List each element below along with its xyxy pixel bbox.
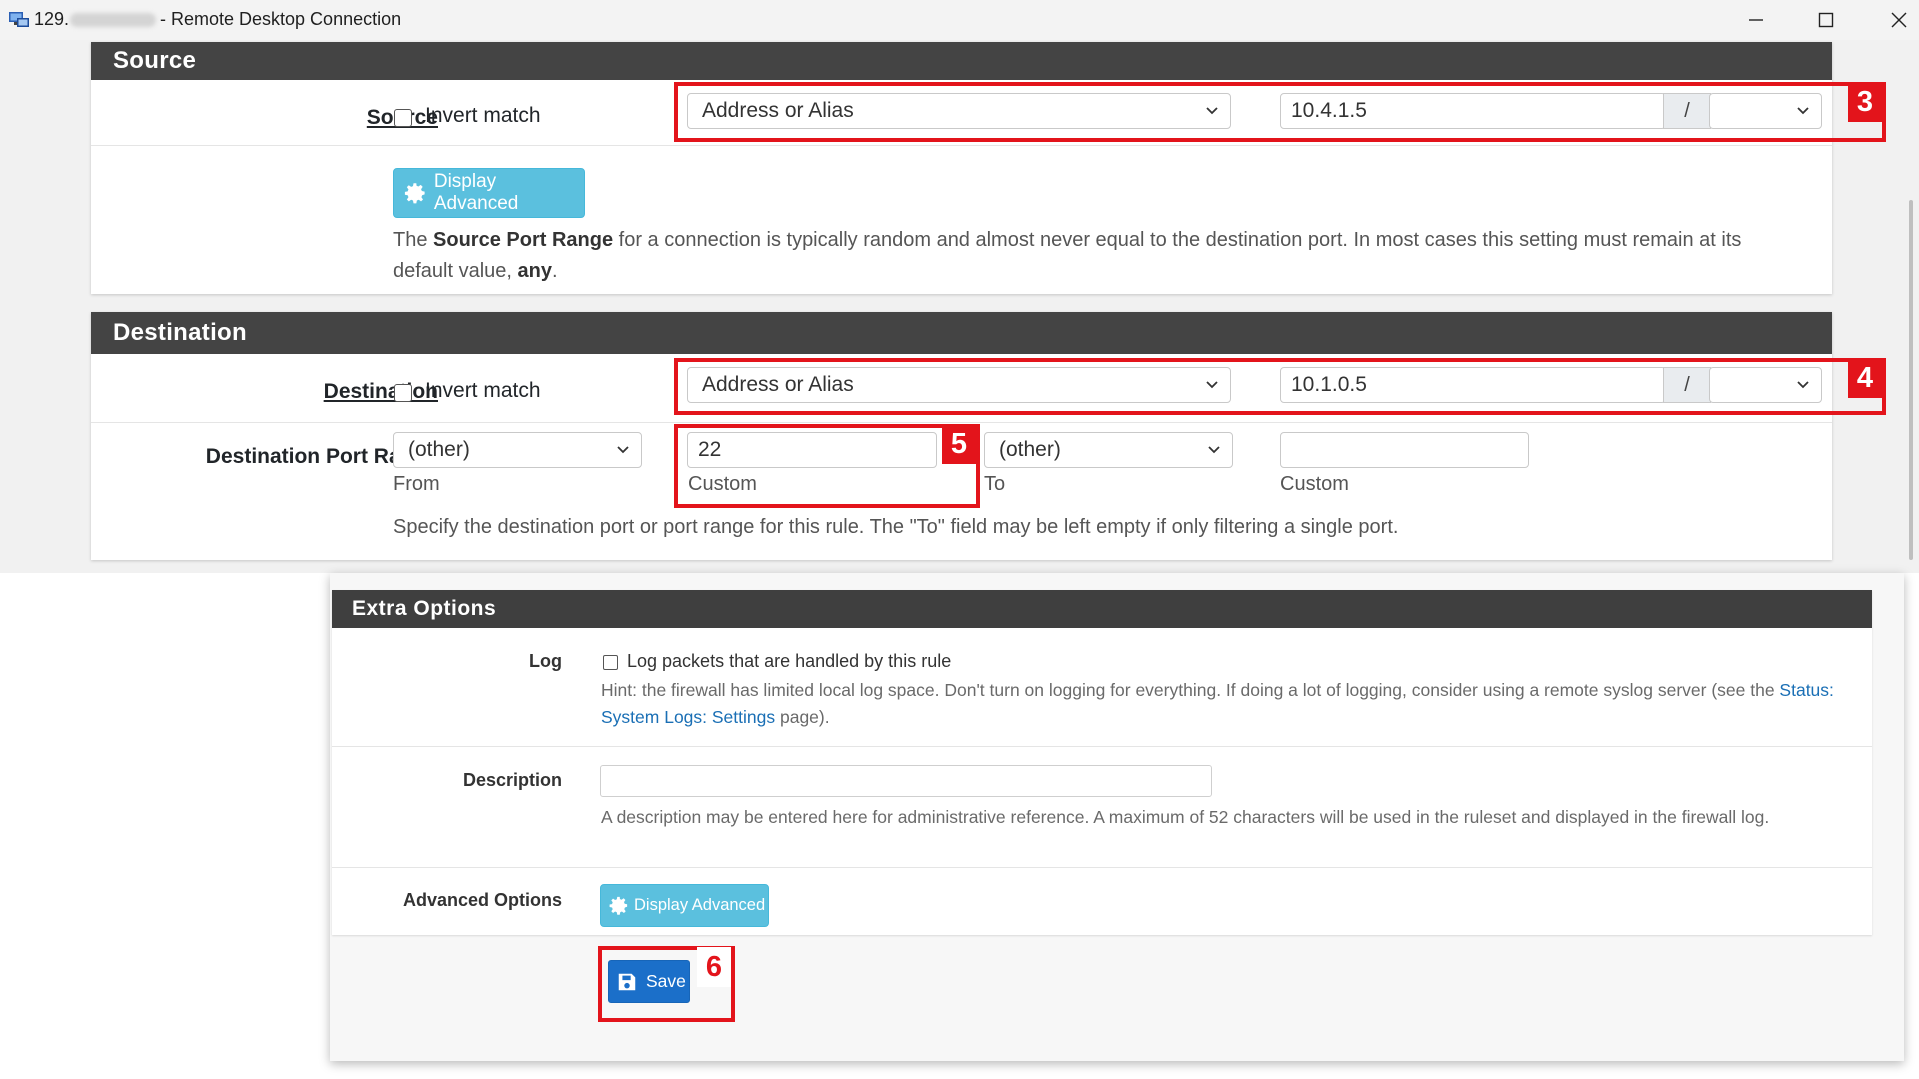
callout-number-3: 3	[1848, 82, 1882, 122]
window-title: - Remote Desktop Connection	[160, 9, 402, 29]
source-display-advanced-label: Display Advanced	[433, 171, 519, 214]
source-port-help: The Source Port Range for a connection i…	[393, 229, 1742, 282]
chevron-down-icon	[617, 446, 629, 454]
minimize-icon	[1749, 19, 1763, 21]
port-to-custom-input[interactable]	[1280, 432, 1529, 468]
port-to-custom-label: Custom	[1280, 473, 1349, 495]
callout-number-6: 6	[697, 947, 731, 987]
destination-invert-label: Invert match	[425, 379, 541, 402]
port-from-label: From	[393, 473, 440, 495]
chevron-down-icon	[1208, 446, 1220, 454]
callout-box-4	[674, 358, 1886, 415]
window-title-ip: 129.	[34, 9, 70, 29]
destination-section-title: Destination	[91, 312, 1832, 354]
redacted-ip	[70, 13, 156, 27]
destination-invert-checkbox[interactable]	[394, 384, 412, 402]
source-invert-label: Invert match	[425, 104, 541, 127]
log-checkbox-text: Log packets that are handled by this rul…	[627, 651, 952, 671]
window-titlebar: 129. - Remote Desktop Connection	[0, 0, 1919, 40]
callout-number-5: 5	[942, 424, 976, 464]
extra-options-title: Extra Options	[332, 590, 1872, 628]
destination-port-range-label: Destination Port Range	[205, 445, 438, 468]
source-section-title: Source	[91, 42, 1832, 80]
port-from-select[interactable]: (other)	[393, 432, 642, 468]
maximize-icon	[1818, 12, 1834, 28]
callout-number-4: 4	[1848, 358, 1882, 398]
row-divider	[332, 867, 1872, 868]
port-to-value: (other)	[999, 438, 1061, 461]
extra-options-panel: Extra Options Log Log packets that are h…	[332, 590, 1872, 935]
callout-box-3	[674, 82, 1886, 142]
extra-options-screenshot-area: Extra Options Log Log packets that are h…	[0, 573, 1919, 1079]
extra-display-advanced-label: Display Advanced	[634, 896, 766, 914]
source-panel: Source Source Invert match Address or Al…	[91, 42, 1832, 294]
gear-icon	[404, 183, 425, 204]
row-divider	[332, 746, 1872, 747]
minimize-button[interactable]	[1726, 0, 1786, 40]
description-label: Description	[462, 770, 562, 790]
source-display-advanced-button[interactable]: Display Advanced	[393, 168, 585, 218]
row-divider	[91, 145, 1832, 146]
advanced-options-label: Advanced Options	[402, 890, 562, 910]
close-icon	[1891, 12, 1907, 28]
description-help: A description may be entered here for ad…	[601, 807, 1770, 827]
remote-desktop-icon	[9, 12, 29, 27]
remote-desktop-viewport: Source Source Invert match Address or Al…	[0, 40, 1919, 573]
maximize-button[interactable]	[1796, 0, 1856, 40]
close-button[interactable]	[1869, 0, 1919, 40]
port-to-label: To	[984, 473, 1006, 495]
port-from-value: (other)	[408, 438, 470, 461]
extra-display-advanced-button[interactable]: Display Advanced	[600, 884, 769, 927]
destination-port-help: Specify the destination port or port ran…	[393, 516, 1399, 538]
extra-options-screenshot: Extra Options Log Log packets that are h…	[330, 573, 1904, 1061]
gear-icon	[609, 896, 628, 915]
log-label: Log	[529, 651, 562, 671]
source-invert-checkbox[interactable]	[394, 109, 412, 127]
port-to-select[interactable]: (other)	[984, 432, 1233, 468]
callout-box-5	[674, 424, 980, 508]
scrollbar-thumb[interactable]	[1909, 200, 1913, 560]
log-hint: Hint: the firewall has limited local log…	[601, 680, 1834, 727]
log-checkbox[interactable]	[603, 655, 618, 670]
row-divider	[91, 422, 1832, 423]
description-input[interactable]	[600, 765, 1212, 797]
